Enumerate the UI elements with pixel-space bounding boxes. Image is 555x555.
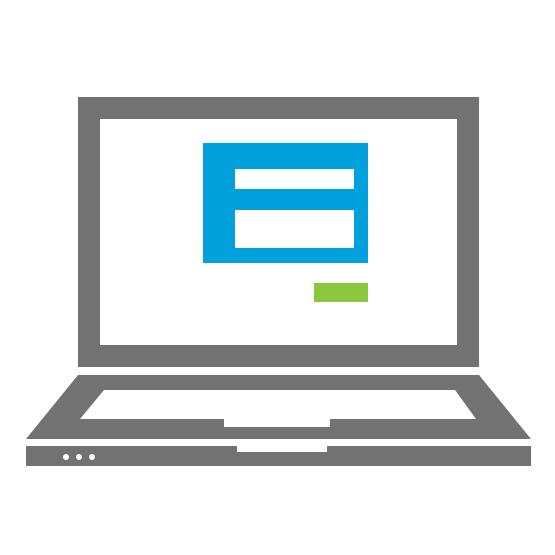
base-hinge-slot	[237, 446, 327, 452]
laptop-login-form-icon	[0, 0, 555, 555]
status-led-icon	[63, 454, 69, 460]
status-led-icon	[76, 454, 82, 460]
submit-button-shape	[314, 283, 368, 302]
form-field-username	[235, 169, 354, 189]
status-led-icon	[89, 454, 95, 460]
form-field-password	[235, 210, 354, 248]
